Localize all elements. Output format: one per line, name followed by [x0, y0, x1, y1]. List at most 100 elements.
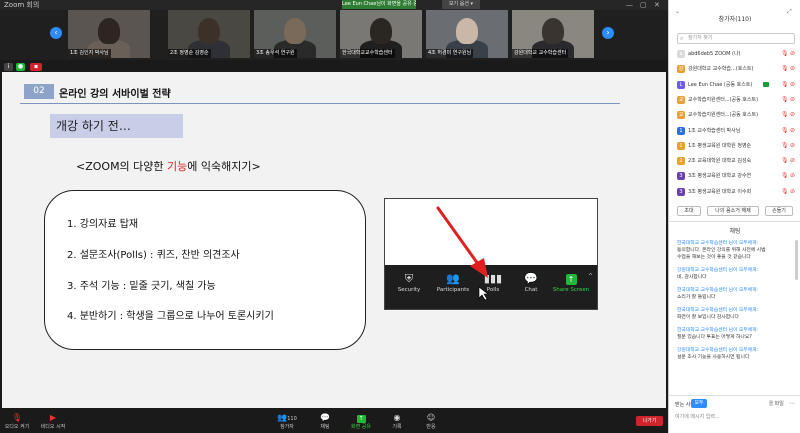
chat-message: 한국대학교 교수학습센터 님이 모두에게: 동의합니다. 온라인 강의를 위해 사…	[677, 240, 793, 261]
participant-row[interactable]: 교 교수학습지원센터...(공동 호스트) 🎙 ⊘	[677, 94, 797, 106]
participant-name: 1조 교수학습센터 박사님	[688, 127, 741, 134]
participant-name: 강원대학교 교수학습...(호스트)	[688, 66, 754, 73]
invite-button[interactable]: 초대	[677, 206, 701, 216]
minimize-icon[interactable]: —	[626, 1, 633, 9]
avatar: a	[677, 50, 685, 58]
chat-title: 채팅	[729, 228, 741, 235]
participant-name: 교수학습지원센터...(공동 호스트)	[688, 112, 759, 119]
strip-prev-arrow-icon[interactable]: ‹	[50, 27, 62, 39]
view-options-button[interactable]: 보기 옵션 ▾	[442, 0, 480, 9]
start-video-button[interactable]: ▶ 비디오 시작	[36, 413, 70, 430]
share-screen-label: 화면 공유	[351, 424, 371, 430]
chat-sender: 한국대학교 교수학습센터 님이 모두에게:	[677, 328, 759, 333]
participants-button[interactable]: 👥110 참가자	[270, 413, 304, 430]
reactions-button[interactable]: ☺ 반응	[414, 413, 448, 430]
video-tile[interactable]: 강원대학교 교수학습센터	[512, 10, 594, 58]
participants-count: 110	[287, 416, 297, 422]
video-tile[interactable]: 2조 정영순 김영순	[168, 10, 250, 58]
avatar: 1	[677, 126, 685, 135]
reactions-label: 반응	[426, 424, 436, 430]
unmute-me-button[interactable]: 나의 음소거 해제	[707, 206, 759, 216]
video-off-icon[interactable]: ⊘	[790, 94, 795, 106]
participant-row[interactable]: 3 3조 평생교육원 대학교 강수연 🎙 ⊘	[677, 170, 797, 182]
leave-button[interactable]: 나가기	[636, 416, 663, 426]
raise-hand-button[interactable]: 손들기	[765, 206, 793, 216]
participant-row[interactable]: 2 2조 교육대학원 대학교 김성숙 🎙 ⊘	[677, 155, 797, 167]
maximize-icon[interactable]: ▢	[640, 1, 647, 9]
avatar: 1	[677, 141, 685, 150]
video-tile[interactable]: 1조 김인지 박사님	[68, 10, 150, 58]
video-off-icon[interactable]: ⊘	[790, 109, 795, 121]
video-off-icon[interactable]: ⊘	[790, 155, 795, 167]
chat-message: 강원대학교 교수학습센터 님이 모두에게: 설문 조사 기능을 사용하시면 됩니다	[677, 347, 793, 361]
participant-name: 3조 평생교육원 대학교 이수희	[688, 188, 752, 195]
participant-row[interactable]: 1 1조 평생교육원 대학원 정영순 🎙 ⊘	[677, 140, 797, 152]
recording-icon: ▪	[30, 63, 42, 71]
people-icon: 👥110	[277, 413, 297, 422]
shared-slide: 02 온라인 강의 서바이벌 전략 개강 하기 전… <ZOOM의 다양한 기능…	[2, 72, 666, 408]
video-tile[interactable]: 3조 송우석 연구원	[254, 10, 336, 58]
participant-row[interactable]: a abd6deb5 ZOOM (나) 🎙 ⊘	[677, 48, 797, 60]
mic-muted-icon[interactable]: 🎙	[781, 155, 789, 167]
smiley-icon: ☺	[426, 413, 436, 422]
video-off-icon[interactable]: ⊘	[790, 48, 795, 60]
mic-muted-icon[interactable]: 🎙	[781, 79, 789, 91]
mic-muted-icon[interactable]: 🎙	[781, 170, 789, 182]
video-off-icon[interactable]: ⊘	[790, 140, 795, 152]
video-off-icon[interactable]: ⊘	[790, 170, 795, 182]
record-button[interactable]: ◉ 기록	[380, 413, 414, 430]
mic-muted-icon[interactable]: 🎙	[781, 109, 789, 121]
mouse-cursor-icon	[478, 286, 489, 301]
video-tile[interactable]: 한국대학교교수학습센터	[340, 10, 422, 58]
participant-search-input[interactable]: ⌕ 참가자 찾기	[677, 33, 795, 44]
recipient-select[interactable]: 모두	[691, 399, 707, 408]
video-tile-name: 3조 송우석 연구원	[254, 49, 297, 58]
video-off-icon[interactable]: ⊘	[790, 79, 795, 91]
participant-row[interactable]: 3 3조 평생교육원 대학교 이수희 🎙 ⊘	[677, 186, 797, 198]
security-shield-icon[interactable]: ●	[16, 63, 25, 71]
mic-muted-icon[interactable]: 🎙	[781, 48, 789, 60]
unmute-label: 오디오 켜기	[4, 424, 30, 430]
participant-name: 교수학습지원센터...(공동 호스트)	[688, 96, 759, 103]
chat-text: 질문 있습니다 투표는 어떻게 하나요?	[677, 335, 752, 340]
more-options-icon[interactable]: ⋯	[789, 400, 795, 407]
chat-composer: 받는 사람: 모두 🗎 파일 ⋯ 여기에 메시지 입력...	[669, 395, 800, 433]
record-label: 기록	[392, 424, 402, 430]
file-button[interactable]: 🗎 파일	[769, 400, 784, 409]
chat-message: 한국대학교 교수학습센터 님이 모두에게: 소리가 잘 들립니다	[677, 287, 793, 301]
video-off-icon[interactable]: ⊘	[790, 125, 795, 137]
mic-muted-icon[interactable]: 🎙	[781, 125, 789, 137]
mic-muted-icon[interactable]: 🎙	[781, 94, 789, 106]
participant-row[interactable]: L Lee Eun Chae (공동 호스트) 🎙 ⊘	[677, 79, 797, 91]
search-placeholder: 참가자 찾기	[688, 35, 713, 41]
chat-bubble-icon: 💬	[320, 413, 330, 422]
video-off-icon[interactable]: ⊘	[790, 186, 795, 198]
video-tile[interactable]: 4조 허경미 연구원님	[426, 10, 508, 58]
participant-row[interactable]: 1 1조 교수학습센터 박사님 🎙 ⊘	[677, 125, 797, 137]
chat-message-input[interactable]: 여기에 메시지 입력...	[675, 413, 720, 420]
mic-muted-icon[interactable]: 🎙	[781, 63, 789, 75]
strip-next-arrow-icon[interactable]: ›	[602, 27, 614, 39]
chat-scrollbar[interactable]	[795, 240, 798, 280]
avatar: 교	[677, 95, 685, 104]
mic-muted-icon[interactable]: 🎙	[781, 140, 789, 152]
participant-row[interactable]: 교 교수학습지원센터...(공동 호스트) 🎙 ⊘	[677, 109, 797, 121]
chat-sender: 강원대학교 교수학습센터 님이 모두에게:	[677, 268, 759, 273]
video-tile-name: 4조 허경미 연구원님	[426, 49, 474, 58]
participants-title: 참가자(110)	[718, 16, 752, 23]
arrow-shaft	[436, 206, 480, 266]
mic-muted-icon[interactable]: 🎙	[781, 186, 789, 198]
red-arrow-annotation	[436, 206, 489, 301]
video-tile-name: 강원대학교 교수학습센터	[512, 49, 569, 58]
close-icon[interactable]: ✕	[654, 1, 660, 9]
video-off-icon[interactable]: ⊘	[790, 63, 795, 75]
window-titlebar: Zoom 회의	[0, 0, 668, 10]
chat-button[interactable]: 💬 채팅	[308, 413, 342, 430]
share-screen-button[interactable]: ↑ 화면 공유	[344, 413, 378, 430]
chat-label: 채팅	[320, 424, 330, 430]
participant-row[interactable]: 강 강원대학교 교수학습...(호스트) 🎙 ⊘	[677, 63, 797, 75]
video-tile-name: 한국대학교교수학습센터	[340, 49, 395, 58]
unmute-button[interactable]: 🎙 오디오 켜기	[0, 413, 34, 430]
participant-name: 1조 평생교육원 대학원 정영순	[688, 142, 752, 149]
info-icon[interactable]: i	[4, 63, 13, 71]
